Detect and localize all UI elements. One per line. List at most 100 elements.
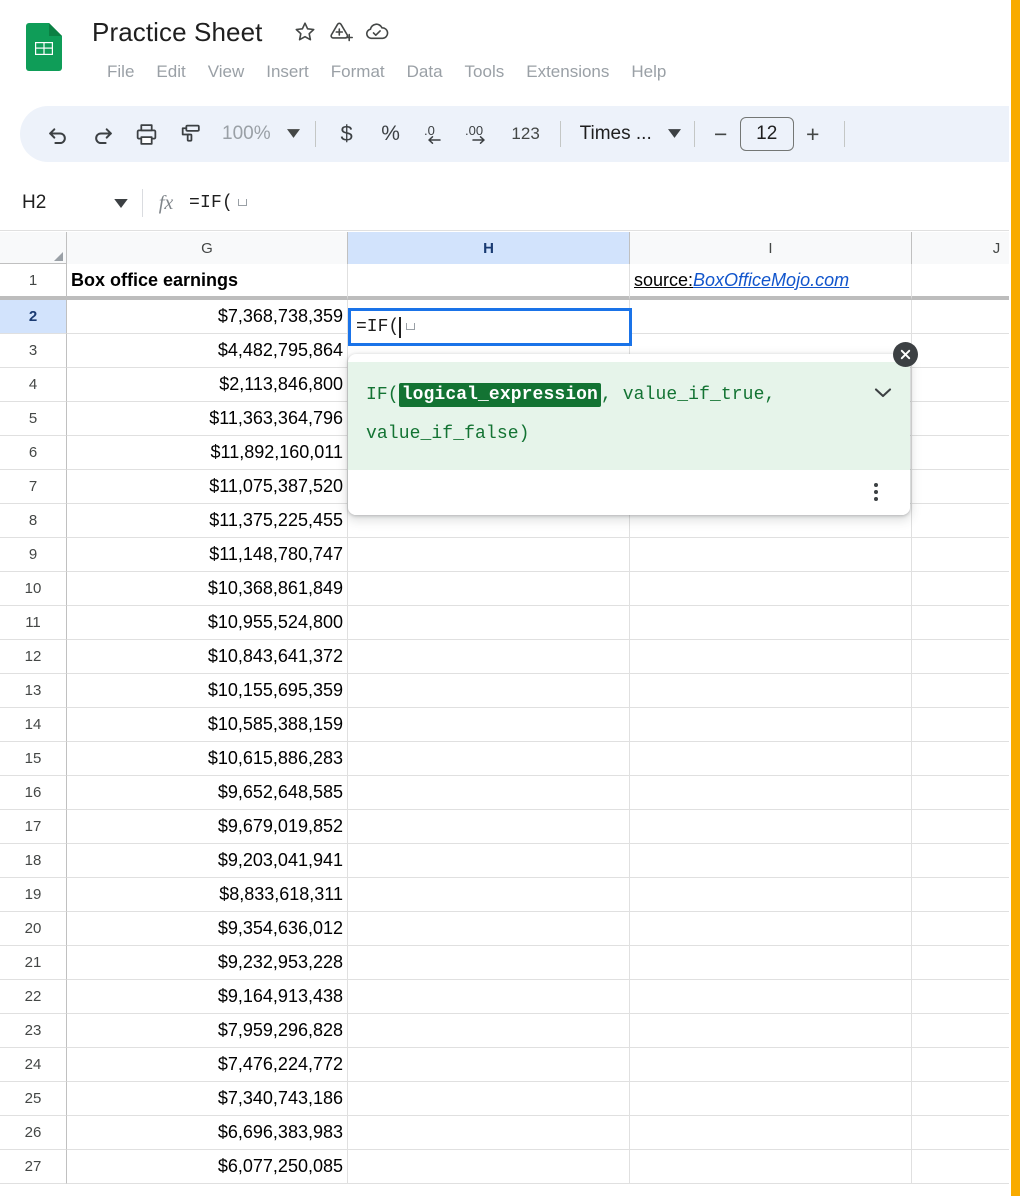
cell-I11[interactable] [630, 606, 912, 640]
cell-J8[interactable] [912, 504, 1011, 538]
cell-I10[interactable] [630, 572, 912, 606]
cell-H27[interactable] [348, 1150, 630, 1184]
row-header-8[interactable]: 8 [0, 504, 67, 538]
row-header-18[interactable]: 18 [0, 844, 67, 878]
cell-I2[interactable] [630, 300, 912, 334]
cell-J13[interactable] [912, 674, 1011, 708]
active-cell-editor[interactable]: =IF( [348, 308, 632, 346]
row-header-6[interactable]: 6 [0, 436, 67, 470]
cell-J19[interactable] [912, 878, 1011, 912]
increase-decimal-places-button[interactable]: .00 [457, 112, 501, 156]
cell-J20[interactable] [912, 912, 1011, 946]
cell-J24[interactable] [912, 1048, 1011, 1082]
select-all-corner[interactable] [0, 232, 67, 264]
cell-I27[interactable] [630, 1150, 912, 1184]
column-header-g[interactable]: G [67, 232, 348, 264]
formula-input[interactable]: =IF( [189, 176, 1011, 230]
cell-J18[interactable] [912, 844, 1011, 878]
zoom-control[interactable]: 100% [212, 114, 306, 154]
cell-I19[interactable] [630, 878, 912, 912]
row-header-27[interactable]: 27 [0, 1150, 67, 1184]
row-header-11[interactable]: 11 [0, 606, 67, 640]
cell-J14[interactable] [912, 708, 1011, 742]
cell-G4[interactable]: $2,113,846,800 [67, 368, 348, 402]
cell-I18[interactable] [630, 844, 912, 878]
cell-J26[interactable] [912, 1116, 1011, 1150]
cell-H15[interactable] [348, 742, 630, 776]
row-header-7[interactable]: 7 [0, 470, 67, 504]
print-icon[interactable] [124, 112, 168, 156]
cell-H9[interactable] [348, 538, 630, 572]
row-header-23[interactable]: 23 [0, 1014, 67, 1048]
cell-G1[interactable]: Box office earnings [67, 264, 348, 300]
cell-G12[interactable]: $10,843,641,372 [67, 640, 348, 674]
cell-H25[interactable] [348, 1082, 630, 1116]
number-format-button[interactable]: 123 [501, 112, 551, 156]
percent-format-button[interactable]: % [369, 112, 413, 156]
cell-I14[interactable] [630, 708, 912, 742]
row-header-24[interactable]: 24 [0, 1048, 67, 1082]
cell-I16[interactable] [630, 776, 912, 810]
cell-H24[interactable] [348, 1048, 630, 1082]
cell-J6[interactable] [912, 436, 1011, 470]
cell-J5[interactable] [912, 402, 1011, 436]
row-header-14[interactable]: 14 [0, 708, 67, 742]
cell-J17[interactable] [912, 810, 1011, 844]
source-link[interactable]: BoxOfficeMojo.com [693, 270, 849, 291]
undo-icon[interactable] [36, 112, 80, 156]
cell-I1[interactable]: source: BoxOfficeMojo.com [630, 264, 912, 300]
cell-G6[interactable]: $11,892,160,011 [67, 436, 348, 470]
cell-H14[interactable] [348, 708, 630, 742]
row-header-9[interactable]: 9 [0, 538, 67, 572]
cell-J10[interactable] [912, 572, 1011, 606]
row-header-15[interactable]: 15 [0, 742, 67, 776]
row-header-20[interactable]: 20 [0, 912, 67, 946]
menu-item-help[interactable]: Help [620, 57, 677, 87]
cell-H21[interactable] [348, 946, 630, 980]
row-header-17[interactable]: 17 [0, 810, 67, 844]
column-header-j[interactable]: J [912, 232, 1011, 264]
cell-J15[interactable] [912, 742, 1011, 776]
row-header-3[interactable]: 3 [0, 334, 67, 368]
menu-item-insert[interactable]: Insert [255, 57, 320, 87]
cell-I13[interactable] [630, 674, 912, 708]
increase-font-size-button[interactable]: + [796, 117, 830, 151]
cell-I25[interactable] [630, 1082, 912, 1116]
row-header-13[interactable]: 13 [0, 674, 67, 708]
cell-G2[interactable]: $7,368,738,359 [67, 300, 348, 334]
row-header-5[interactable]: 5 [0, 402, 67, 436]
menu-item-data[interactable]: Data [396, 57, 454, 87]
cell-I12[interactable] [630, 640, 912, 674]
cell-G3[interactable]: $4,482,795,864 [67, 334, 348, 368]
cell-J21[interactable] [912, 946, 1011, 980]
row-header-1[interactable]: 1 [0, 264, 67, 300]
row-header-25[interactable]: 25 [0, 1082, 67, 1116]
cell-G10[interactable]: $10,368,861,849 [67, 572, 348, 606]
chevron-down-icon[interactable] [114, 198, 128, 208]
cell-G13[interactable]: $10,155,695,359 [67, 674, 348, 708]
chevron-down-icon[interactable] [870, 379, 896, 405]
cell-J9[interactable] [912, 538, 1011, 572]
cell-J23[interactable] [912, 1014, 1011, 1048]
cell-G16[interactable]: $9,652,648,585 [67, 776, 348, 810]
cell-G11[interactable]: $10,955,524,800 [67, 606, 348, 640]
cell-I15[interactable] [630, 742, 912, 776]
cell-J4[interactable] [912, 368, 1011, 402]
cell-J12[interactable] [912, 640, 1011, 674]
cell-G5[interactable]: $11,363,364,796 [67, 402, 348, 436]
menu-item-tools[interactable]: Tools [454, 57, 516, 87]
cell-I26[interactable] [630, 1116, 912, 1150]
cell-H1[interactable] [348, 264, 630, 300]
more-vert-icon[interactable] [862, 478, 890, 506]
column-header-h[interactable]: H [348, 232, 630, 264]
cell-I9[interactable] [630, 538, 912, 572]
cell-G26[interactable]: $6,696,383,983 [67, 1116, 348, 1150]
cell-H18[interactable] [348, 844, 630, 878]
cell-G20[interactable]: $9,354,636,012 [67, 912, 348, 946]
cell-I17[interactable] [630, 810, 912, 844]
cell-I22[interactable] [630, 980, 912, 1014]
row-header-21[interactable]: 21 [0, 946, 67, 980]
cell-G8[interactable]: $11,375,225,455 [67, 504, 348, 538]
cell-G22[interactable]: $9,164,913,438 [67, 980, 348, 1014]
cell-G15[interactable]: $10,615,886,283 [67, 742, 348, 776]
